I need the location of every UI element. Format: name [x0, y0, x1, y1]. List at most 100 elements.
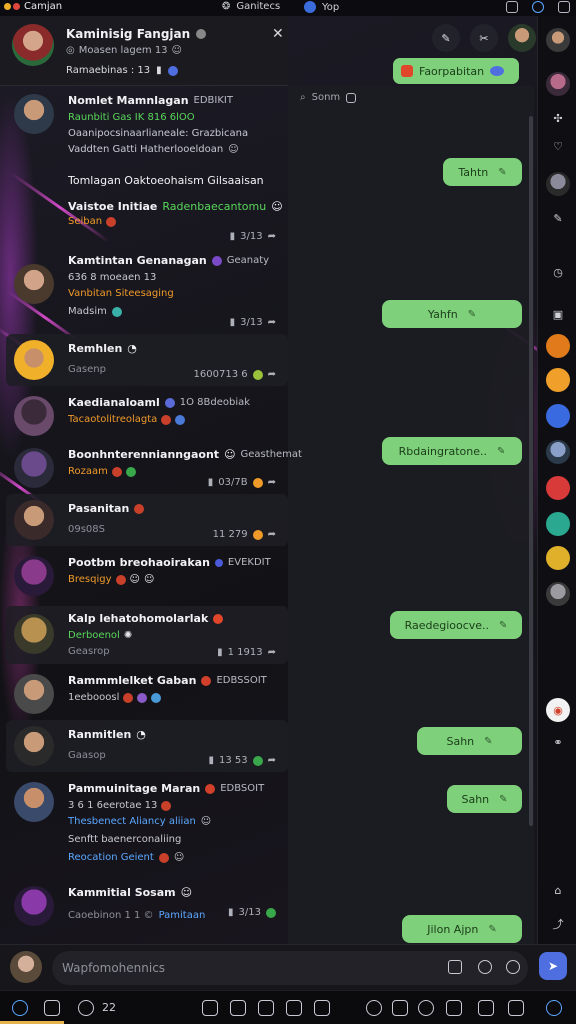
attach-icon[interactable] [448, 960, 462, 974]
image-icon[interactable] [202, 1000, 218, 1016]
blue-icon [214, 558, 223, 567]
flame-icon [213, 613, 224, 624]
rail-app-icon[interactable] [546, 334, 570, 358]
list-icon[interactable] [446, 1000, 462, 1016]
checkbox-icon[interactable] [558, 1, 570, 13]
profile-avatar[interactable] [508, 24, 536, 52]
list-item[interactable]: Rammmlelket Gaban EDBSSOIT 1eebooosl [6, 668, 288, 720]
rail-app-icon[interactable] [546, 368, 570, 392]
game-icon[interactable]: ✣ [546, 106, 570, 130]
tab-ganitecs[interactable]: ❂ Ganitecs [222, 1, 280, 12]
avatar[interactable] [12, 24, 54, 66]
rail-app-icon[interactable] [546, 476, 570, 500]
search-bar[interactable]: ⌕ Sonm [300, 92, 357, 103]
taskbar: 22 [0, 990, 576, 1024]
signal-icon: ▮ [228, 907, 234, 918]
heart-icon[interactable] [286, 1000, 302, 1016]
rail-avatar[interactable] [546, 582, 570, 606]
search-input[interactable]: Sonm [312, 92, 341, 103]
home-icon[interactable]: ⌂ [546, 878, 570, 902]
list-item[interactable]: Boonhnterennianngaont ☺ Geasthemat Rozaam … [6, 442, 302, 494]
image-icon[interactable] [346, 92, 357, 103]
list-item[interactable]: Pootbm breohaoirakan EVEKDIT Bresqigy ☺ ☺ [6, 550, 288, 606]
tab-yop[interactable]: Yop [304, 1, 339, 13]
info-icon[interactable] [418, 1000, 434, 1016]
rail-avatar[interactable] [546, 72, 570, 96]
list-item[interactable]: Kalp lehatohomolarlak Derboenol ✺ Geasrop… [6, 606, 288, 664]
tag-icon[interactable] [478, 1000, 494, 1016]
calendar-icon[interactable] [230, 1000, 246, 1016]
rail-avatar[interactable] [546, 172, 570, 196]
message-bubble[interactable]: Sahn ✎ [447, 785, 522, 813]
brush-icon[interactable] [392, 1000, 408, 1016]
list-item[interactable]: Nomlet Mamnlagan EDBIKIT Raunbiti Gas IK … [6, 88, 288, 166]
link-icon[interactable]: ⚭ [546, 730, 570, 754]
app-switch-icon[interactable] [12, 1000, 28, 1016]
red-icon [205, 783, 216, 794]
rail-avatar[interactable] [546, 440, 570, 464]
document-icon[interactable] [258, 1000, 274, 1016]
pin-icon[interactable]: ◉ [546, 698, 570, 722]
share-icon[interactable]: ⤴ [546, 912, 570, 936]
emoji-icon[interactable] [478, 960, 492, 974]
check-icon[interactable] [314, 1000, 330, 1016]
globe-icon[interactable] [546, 1000, 562, 1016]
list-item[interactable]: Ranmitlen ◔ Gaasop ▮ 13 53 ➦ [6, 720, 288, 772]
list-item[interactable]: Vaistoe Initiae Radenbaecantomu ☺ Seiban ▮… [6, 196, 288, 248]
list-item[interactable]: Pasanitan 09s08S 11 279 ➦ [6, 494, 288, 546]
edit-icon[interactable]: ✎ [546, 206, 570, 230]
sticker-icon: ✎ [441, 31, 451, 45]
list-item[interactable]: Tomlagan Oaktoeohaism Gilsaaisan [6, 166, 288, 196]
paw-icon: ❂ [222, 1, 231, 12]
send-button[interactable]: ➤ [539, 952, 567, 980]
search-icon[interactable] [78, 1000, 94, 1016]
header-actions: ✎ ✂ [432, 24, 536, 52]
message-bubble[interactable]: Rbdaingratone.. ✎ [382, 437, 522, 465]
edit-icon[interactable] [506, 1, 518, 13]
shield-icon [167, 65, 178, 76]
rail-app-icon[interactable] [546, 546, 570, 570]
list-item[interactable]: Kammitial Sosam ☺ Caoebinon 1 1 © Pamitaan… [6, 880, 288, 930]
forward-icon: ➦ [267, 369, 276, 380]
message-bubble[interactable]: Tahtn ✎ [443, 158, 522, 186]
close-icon[interactable]: ✕ [272, 26, 284, 42]
composer: Wapfomohennics [0, 944, 576, 990]
gamepad-icon[interactable] [508, 1000, 524, 1016]
sticker-button[interactable]: ✎ [432, 24, 460, 52]
list-item[interactable]: Pammuinitage Maran EDBSOIT 3 6 1 6eerotae… [6, 776, 288, 880]
signal-icon: ▮ [217, 647, 223, 658]
edit-icon: ✎ [499, 619, 508, 631]
rail-avatar[interactable] [546, 28, 570, 52]
teal-icon [111, 306, 122, 317]
message-bubble[interactable]: Sahn ✎ [417, 727, 522, 755]
tools-button[interactable]: ✂ [470, 24, 498, 52]
heart-icon[interactable]: ♡ [546, 134, 570, 158]
smile-icon: ☺ [129, 574, 140, 585]
folder-icon[interactable] [44, 1000, 60, 1016]
browser-icon[interactable] [532, 1, 544, 13]
list-item[interactable]: Kaedianaloaml 1O 8Bdeobiak Tacaotolitreol… [6, 390, 288, 442]
avatar[interactable] [10, 951, 42, 983]
avatar [14, 782, 54, 822]
conversation-scrollbar[interactable] [529, 116, 533, 826]
square-icon[interactable]: ▣ [546, 302, 570, 326]
message-bubble[interactable]: Raedegioocve.. ✎ [390, 611, 522, 639]
signal-icon: ▮ [229, 317, 236, 328]
forward-icon: ➦ [267, 529, 276, 540]
pinned-message[interactable]: Faorpabitan [393, 58, 519, 84]
avatar [14, 674, 54, 714]
list-item[interactable]: Remhlen ◔ Gasenp 1600713 6 ➦ [6, 334, 288, 386]
window-controls[interactable] [4, 3, 20, 10]
message-bubble[interactable]: Jilon Ajpn ✎ [402, 915, 522, 943]
rail-app-icon[interactable] [546, 512, 570, 536]
rail-app-icon[interactable] [546, 404, 570, 428]
sticker-icon [115, 574, 126, 585]
green-dot-icon [252, 755, 263, 766]
list-item[interactable]: Kamtintan Genanagan Geanaty 636 8 moeaen … [6, 248, 288, 334]
clock-icon[interactable]: ◷ [546, 260, 570, 284]
message-bubble[interactable]: Yahfn ✎ [382, 300, 522, 328]
app-icon [401, 65, 413, 77]
emoji-icon: ☺ [171, 45, 182, 56]
sticker-icon[interactable] [506, 960, 520, 974]
drop-icon[interactable] [366, 1000, 382, 1016]
